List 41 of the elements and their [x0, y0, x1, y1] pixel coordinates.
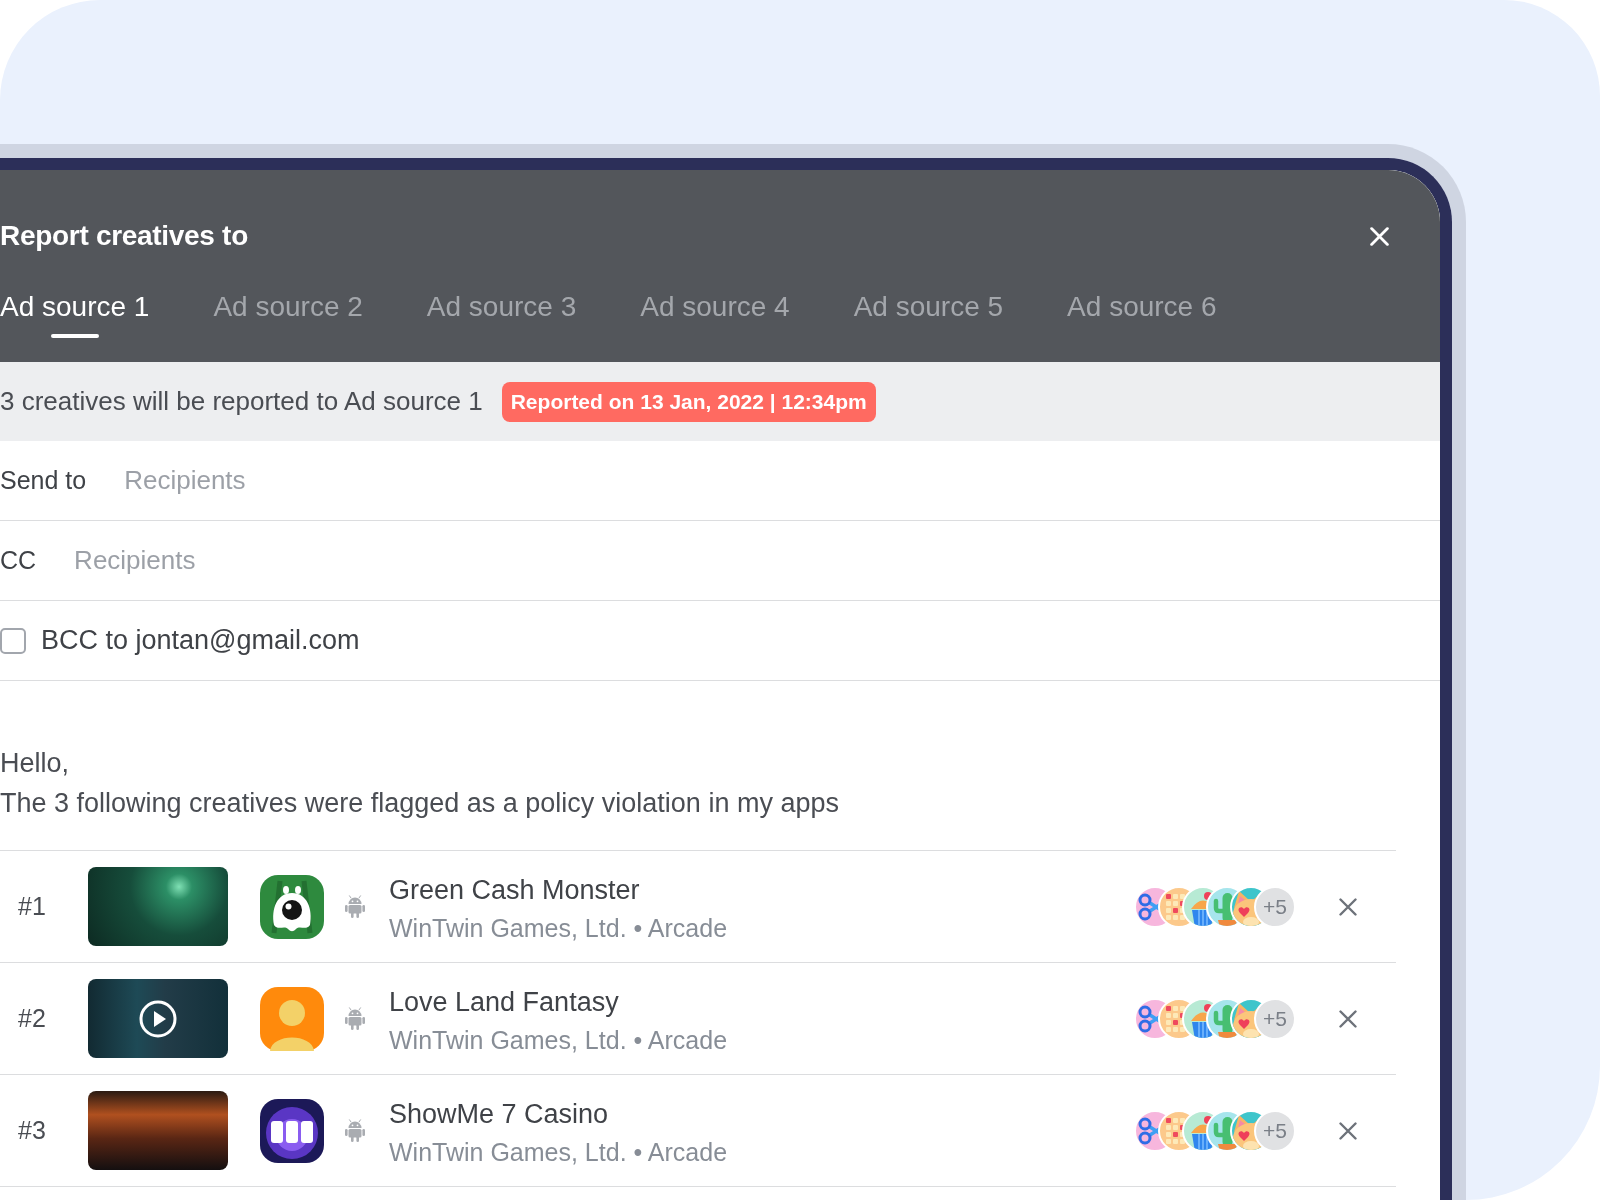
tab[interactable]: Ad source 4 — [640, 292, 790, 338]
tab[interactable]: Ad source 3 — [426, 292, 577, 338]
app-name: Love Land Fantasy — [389, 985, 620, 1019]
rank-number: #3 — [18, 1116, 47, 1145]
dialog-title: Report creatives to — [0, 220, 248, 252]
app-details: WinTwin Games, Ltd. • Arcade — [389, 1024, 728, 1056]
tab[interactable]: Ad source 6 — [1067, 292, 1217, 338]
android-icon — [345, 1119, 365, 1142]
app-name: Green Cash Monster — [389, 873, 641, 907]
greeting-text: Hello, — [0, 747, 71, 780]
tab[interactable]: Ad source 2 — [213, 292, 363, 338]
send-to-label: Send to — [0, 466, 87, 495]
more-count: +5 — [1254, 885, 1296, 928]
app-name: ShowMe 7 Casino — [389, 1097, 610, 1131]
recipients-field[interactable]: Recipients — [124, 461, 1440, 500]
play-icon[interactable] — [139, 999, 177, 1038]
tab[interactable]: Ad source 5 — [853, 292, 1004, 338]
more-count: +5 — [1254, 997, 1296, 1040]
close-icon — [1339, 897, 1357, 916]
more-count: +5 — [1254, 1109, 1296, 1152]
info-text: 3 creatives will be reported to Ad source 1 — [0, 386, 483, 417]
close-icon — [1339, 1121, 1357, 1140]
cc-label: CC — [0, 546, 37, 575]
reported-badge: Reported on 13 Jan, 2022 | 12:34pm — [501, 381, 876, 422]
close-icon — [1370, 226, 1389, 246]
remove-button[interactable] — [1339, 1009, 1357, 1028]
remove-button[interactable] — [1339, 1121, 1357, 1140]
rank-number: #1 — [18, 892, 47, 921]
message-text: The 3 following creatives were flagged as a policy violation in my apps — [0, 787, 840, 820]
android-icon — [345, 1007, 365, 1030]
tab[interactable]: Ad source 1 — [0, 292, 150, 338]
android-icon — [345, 895, 365, 918]
app-details: WinTwin Games, Ltd. • Arcade — [389, 1136, 728, 1168]
checkbox[interactable] — [0, 627, 26, 654]
app-details: WinTwin Games, Ltd. • Arcade — [389, 912, 728, 944]
remove-button[interactable] — [1339, 897, 1357, 916]
close-icon — [1339, 1009, 1357, 1028]
recipients-field[interactable]: Recipients — [74, 541, 1440, 580]
rank-number: #2 — [18, 1004, 47, 1033]
close-button[interactable] — [1370, 226, 1389, 246]
bcc-label: BCC to jontan@gmail.com — [41, 625, 360, 656]
